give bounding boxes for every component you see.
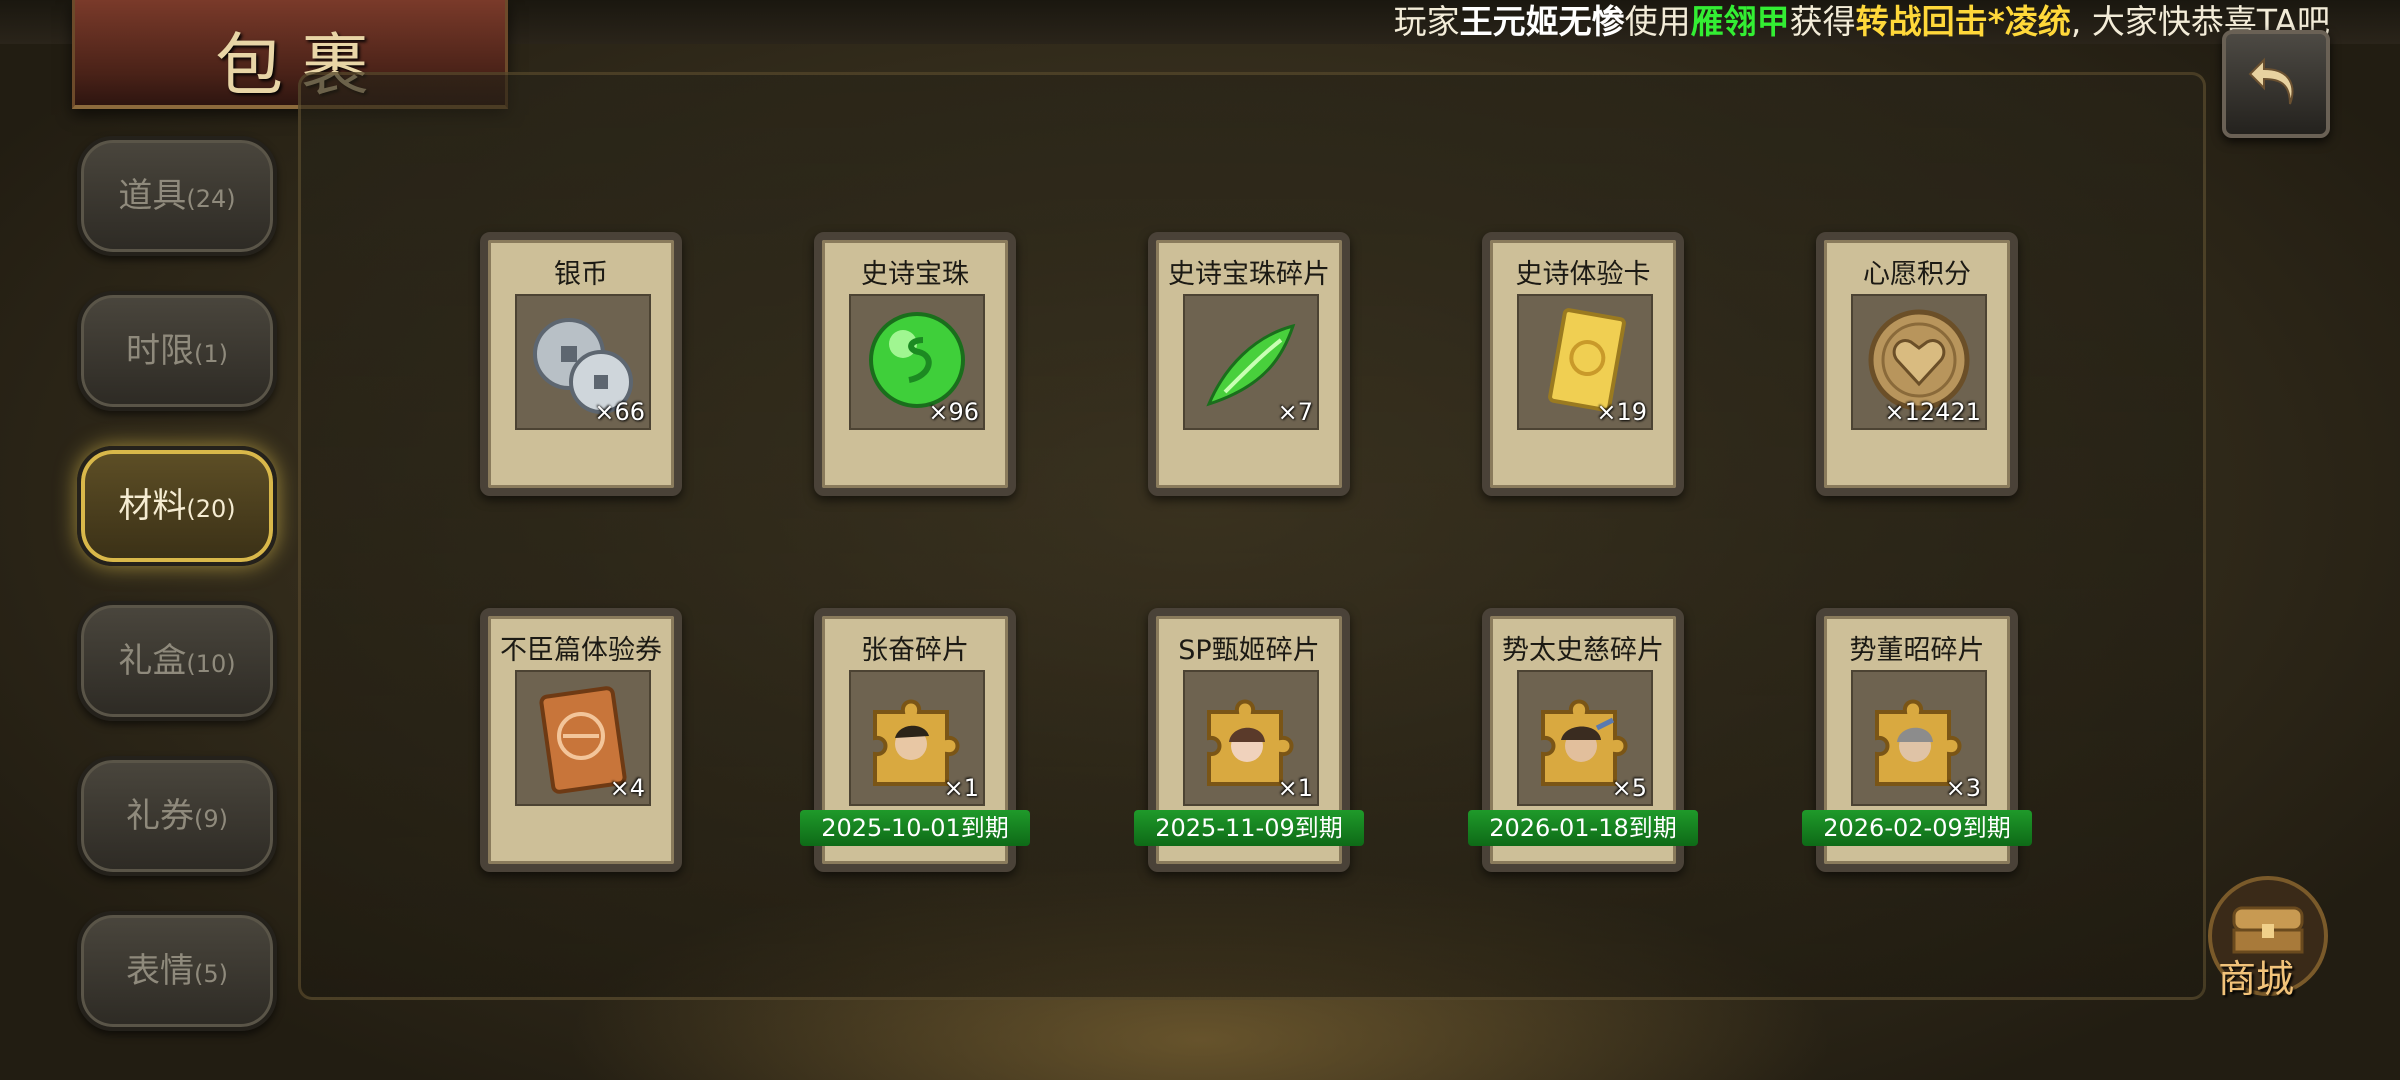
item-name: 银币	[554, 259, 608, 290]
green-orb-icon: ×96	[849, 294, 985, 430]
green-shard-icon: ×7	[1183, 294, 1319, 430]
heart-coin-icon: ×12421	[1851, 294, 1987, 430]
tab-emotes[interactable]: 表情(5)	[77, 911, 277, 1031]
item-card-epic-orb[interactable]: 史诗宝珠 ×96	[814, 232, 1016, 496]
puzzle-piece-icon: ×3	[1851, 670, 1987, 806]
ticker-item-name: 雁翎甲	[1690, 2, 1790, 41]
tab-gift-box[interactable]: 礼盒(10)	[77, 601, 277, 721]
announcement-text: 玩家王元姬无惨使用雁翎甲获得转战回击*凌统, 大家快恭喜TA吧	[1394, 0, 2330, 44]
gold-card-icon: ×19	[1517, 294, 1653, 430]
item-quantity: ×12421	[1884, 398, 1981, 426]
shop-label: 商城	[2218, 957, 2295, 1001]
ticker-reward-name: 转战回击*凌统	[1855, 2, 2071, 41]
ticker-verb: 使用	[1624, 2, 1691, 41]
item-card-zhangfen-fragment[interactable]: 张奋碎片 ×1 2025-10-01到期	[800, 608, 1030, 872]
tab-count: (9)	[194, 805, 228, 833]
item-card-wish-points[interactable]: 心愿积分 ×12421	[1816, 232, 2018, 496]
item-card-epic-orb-fragment[interactable]: 史诗宝珠碎片 ×7	[1148, 232, 1350, 496]
item-quantity: ×3	[1945, 774, 1981, 802]
item-card-taishici-fragment[interactable]: 势太史慈碎片 ×5 2026-01-18到期	[1468, 608, 1698, 872]
ticker-verb2: 获得	[1789, 2, 1856, 41]
item-name: 势太史慈碎片	[1502, 635, 1664, 666]
tab-count: (1)	[194, 340, 228, 368]
item-name: SP甄姬碎片	[1178, 635, 1320, 666]
expiry-label: 2025-11-09到期	[1134, 810, 1364, 846]
item-quantity: ×66	[594, 398, 645, 426]
tab-label: 表情	[126, 951, 194, 991]
item-card-epic-trial-card[interactable]: 史诗体验卡 ×19	[1482, 232, 1684, 496]
puzzle-piece-icon: ×1	[1183, 670, 1319, 806]
item-quantity: ×7	[1277, 398, 1313, 426]
back-button[interactable]	[2222, 30, 2330, 138]
tab-coupons[interactable]: 礼券(9)	[77, 756, 277, 876]
item-quantity: ×96	[928, 398, 979, 426]
item-card-silver-coin[interactable]: 银币 ×66	[480, 232, 682, 496]
tab-count: (24)	[186, 185, 236, 213]
tab-count: (20)	[186, 495, 236, 523]
item-name: 不臣篇体验券	[500, 635, 662, 666]
back-arrow-icon	[2248, 57, 2294, 105]
item-name: 势董昭碎片	[1849, 635, 1985, 666]
item-card-sp-zhenji-fragment[interactable]: SP甄姬碎片 ×1 2025-11-09到期	[1134, 608, 1364, 872]
expiry-label: 2026-01-18到期	[1468, 810, 1698, 846]
bronze-ticket-icon: ×4	[515, 670, 651, 806]
tab-label: 时限	[126, 331, 194, 371]
item-quantity: ×4	[609, 774, 645, 802]
tab-label: 道具	[118, 176, 187, 216]
tab-materials[interactable]: 材料(20)	[77, 446, 277, 566]
tab-count: (5)	[194, 960, 228, 988]
ticker-prefix: 玩家	[1393, 2, 1460, 41]
puzzle-piece-icon: ×1	[849, 670, 985, 806]
item-card-dongzhao-fragment[interactable]: 势董昭碎片 ×3 2026-02-09到期	[1802, 608, 2032, 872]
tab-props[interactable]: 道具(24)	[77, 136, 277, 256]
item-quantity: ×1	[943, 774, 979, 802]
tab-timed[interactable]: 时限(1)	[77, 291, 277, 411]
item-quantity: ×5	[1611, 774, 1647, 802]
tab-label: 礼盒	[118, 641, 187, 681]
silver-coin-icon: ×66	[515, 294, 651, 430]
item-card-buchen-ticket[interactable]: 不臣篇体验券 ×4	[480, 608, 682, 872]
ticker-player-name: 王元姬无惨	[1459, 2, 1625, 41]
puzzle-piece-icon: ×5	[1517, 670, 1653, 806]
item-name: 张奋碎片	[861, 635, 969, 666]
item-name: 心愿积分	[1863, 259, 1971, 290]
item-name: 史诗体验卡	[1515, 259, 1651, 290]
tab-label: 礼券	[126, 796, 194, 836]
item-quantity: ×1	[1277, 774, 1313, 802]
expiry-label: 2025-10-01到期	[800, 810, 1030, 846]
tab-label: 材料	[118, 486, 187, 526]
item-quantity: ×19	[1596, 398, 1647, 426]
item-name: 史诗宝珠碎片	[1168, 259, 1330, 290]
tab-count: (10)	[186, 650, 236, 678]
item-name: 史诗宝珠	[861, 259, 969, 290]
expiry-label: 2026-02-09到期	[1802, 810, 2032, 846]
